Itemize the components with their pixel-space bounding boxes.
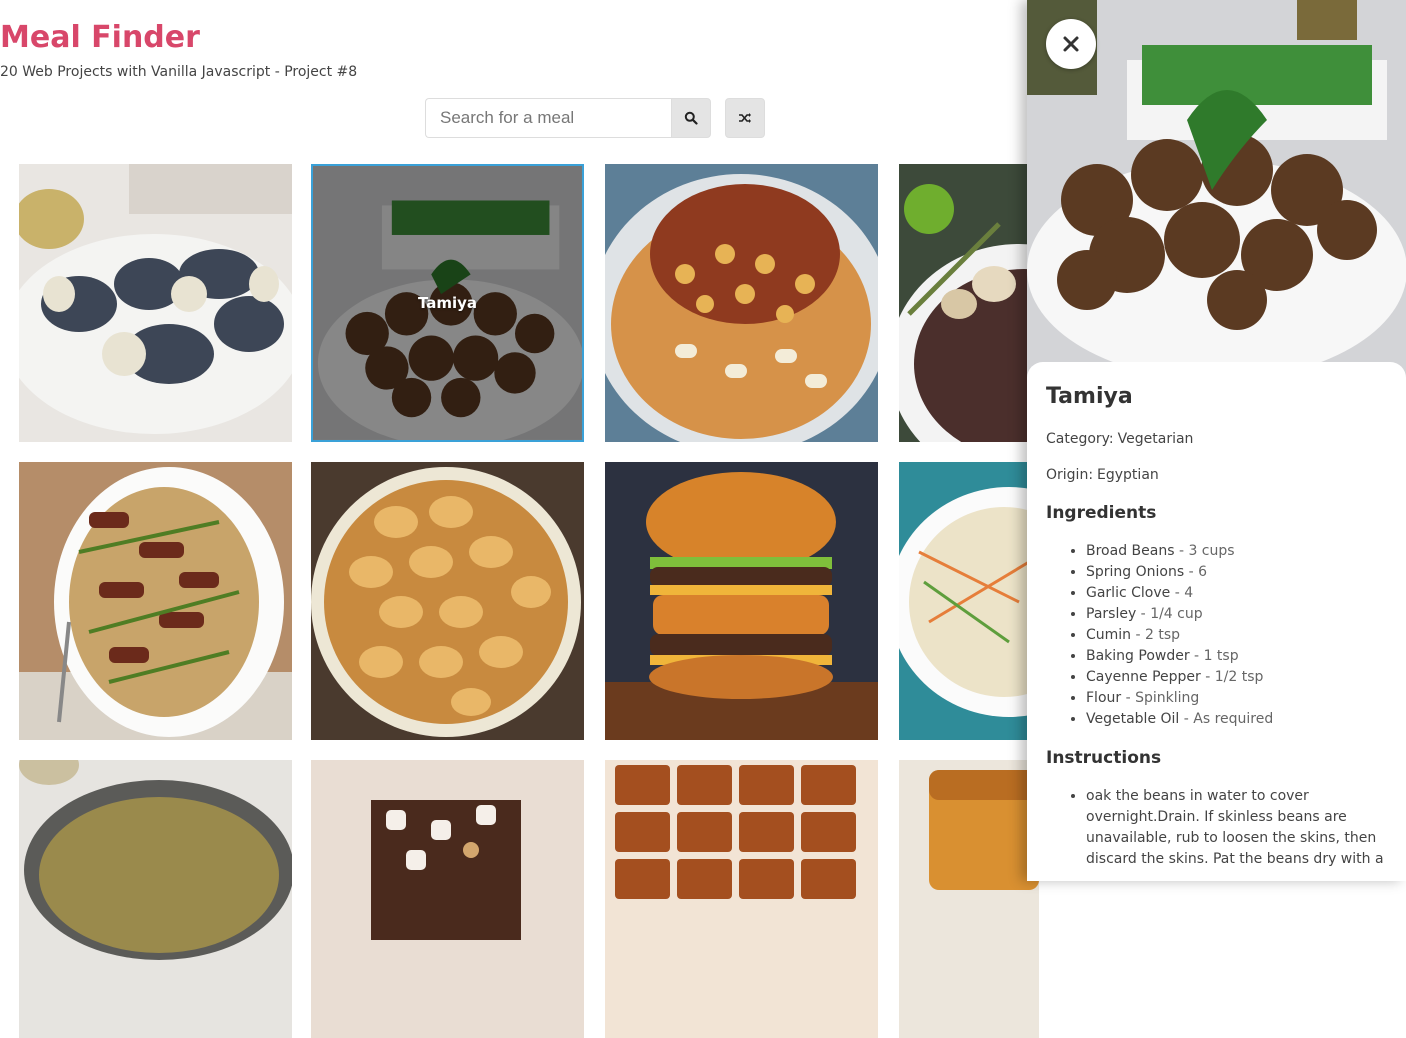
- origin-value: Egyptian: [1097, 467, 1159, 483]
- ingredient-item: Spring Onions - 6: [1086, 562, 1387, 583]
- category-label: Category:: [1046, 431, 1114, 447]
- instructions-heading: Instructions: [1046, 748, 1162, 768]
- shuffle-icon: [739, 113, 751, 123]
- origin-label: Origin:: [1046, 467, 1094, 483]
- meal-card[interactable]: [605, 760, 878, 1038]
- meal-detail-panel: Tamiya Category: Vegetarian Origin: Egyp…: [1027, 0, 1406, 881]
- meal-category: Category: Vegetarian: [1046, 431, 1387, 447]
- ingredients-list: Broad Beans - 3 cups Spring Onions - 6 G…: [1046, 541, 1387, 730]
- meal-card[interactable]: [899, 164, 1039, 442]
- meal-hover-overlay: Tamiya: [313, 166, 582, 440]
- lentils-photo: [19, 760, 292, 1038]
- close-panel-button[interactable]: [1046, 19, 1096, 69]
- instruction-step: oak the beans in water to cover overnigh…: [1086, 786, 1387, 870]
- meal-card[interactable]: Tamiya: [311, 164, 584, 442]
- close-icon: [1063, 36, 1079, 52]
- loaf-cake-photo: [899, 760, 1039, 1038]
- burger-photo: [605, 462, 878, 740]
- noodle-salad-photo: [899, 462, 1039, 740]
- meal-card[interactable]: [19, 164, 292, 442]
- ingredient-item: Baking Powder - 1 tsp: [1086, 646, 1387, 667]
- roast-photo: [899, 164, 1039, 442]
- search-icon: [684, 111, 698, 125]
- beef-asparagus-photo: [19, 462, 292, 740]
- ingredient-item: Vegetable Oil - As required: [1086, 709, 1387, 730]
- ingredient-item: Broad Beans - 3 cups: [1086, 541, 1387, 562]
- ingredient-item: Flour - Spinkling: [1086, 688, 1387, 709]
- search-button[interactable]: [671, 98, 711, 138]
- ingredient-item: Garlic Clove - 4: [1086, 583, 1387, 604]
- meal-card[interactable]: [311, 462, 584, 740]
- search-input[interactable]: [425, 98, 671, 138]
- category-value: Vegetarian: [1117, 431, 1194, 447]
- meal-origin: Origin: Egyptian: [1046, 467, 1387, 483]
- ingredient-item: Parsley - 1/4 cup: [1086, 604, 1387, 625]
- meal-card[interactable]: [311, 760, 584, 1038]
- instructions-list: oak the beans in water to cover overnigh…: [1046, 786, 1387, 870]
- cabbage-rolls-photo: [311, 462, 584, 740]
- meal-detail-card: Tamiya Category: Vegetarian Origin: Egyp…: [1027, 362, 1406, 881]
- ingredients-heading: Ingredients: [1046, 503, 1157, 523]
- rolled-fish-photo: [19, 164, 292, 442]
- meal-card-name: Tamiya: [417, 294, 478, 312]
- ingredient-item: Cayenne Pepper - 1/2 tsp: [1086, 667, 1387, 688]
- koshari-photo: [605, 164, 878, 442]
- meal-card[interactable]: [19, 462, 292, 740]
- random-meal-button[interactable]: [725, 98, 765, 138]
- meal-card[interactable]: [19, 760, 292, 1038]
- ingredient-item: Cumin - 2 tsp: [1086, 625, 1387, 646]
- rocky-road-photo: [311, 760, 584, 1038]
- meal-card[interactable]: [605, 164, 878, 442]
- meal-card[interactable]: [899, 462, 1039, 740]
- meal-card[interactable]: [605, 462, 878, 740]
- brownies-photo: [605, 760, 878, 1038]
- meal-card[interactable]: [899, 760, 1039, 1038]
- meal-detail-name: Tamiya: [1046, 384, 1133, 409]
- page-subtitle: 20 Web Projects with Vanilla Javascript …: [0, 64, 358, 80]
- search-form: [425, 98, 711, 138]
- page-title: Meal Finder: [0, 20, 200, 55]
